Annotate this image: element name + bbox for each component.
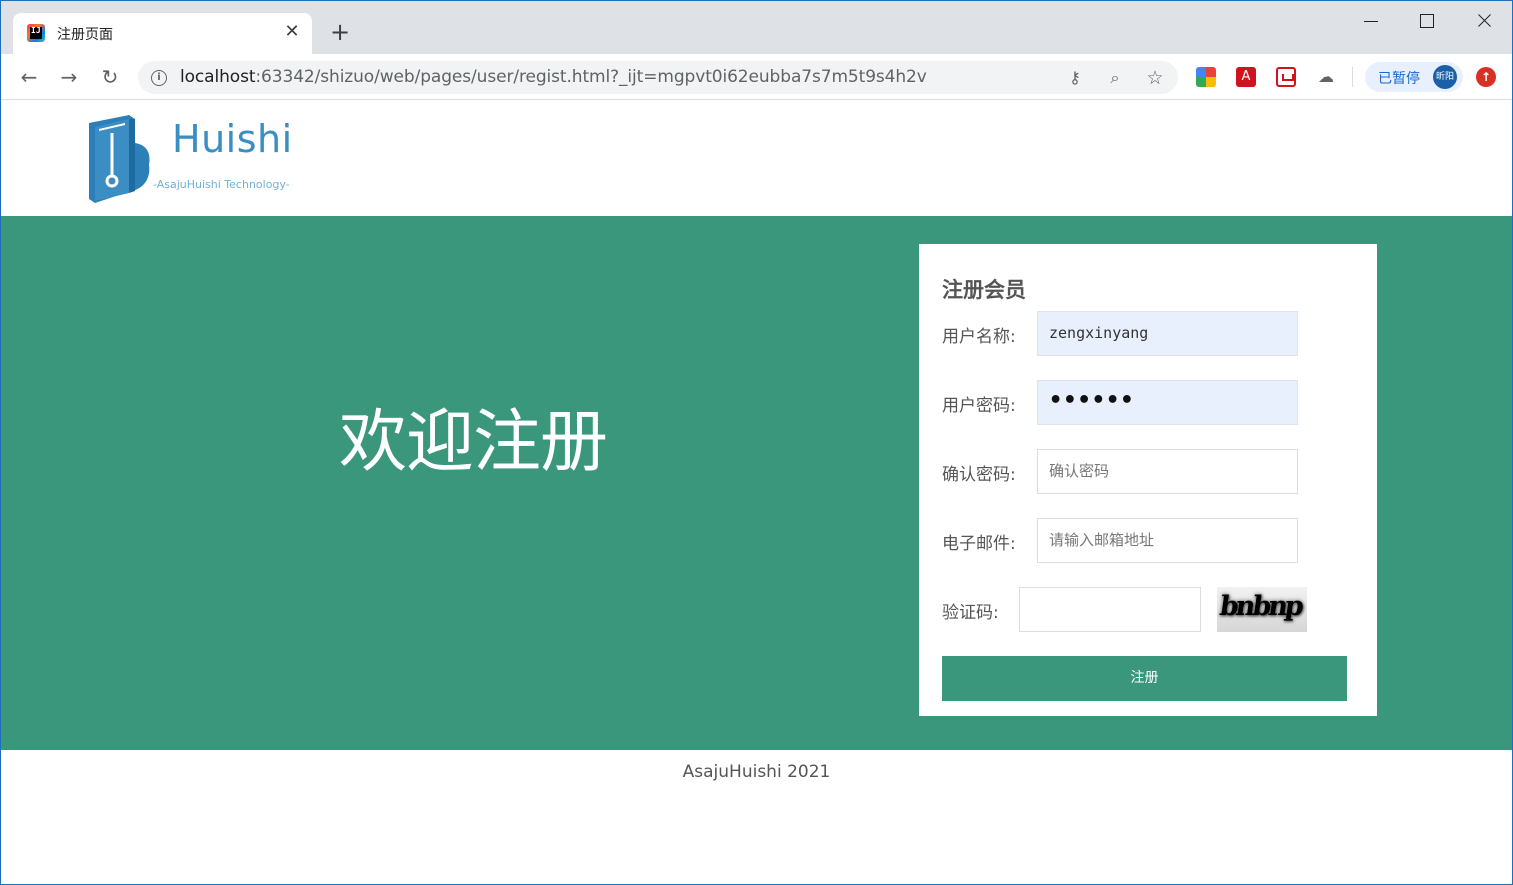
browser-window: IJ 注册页面 ✕ + ← → ↻ i localhost:63342/shiz… [0, 0, 1513, 885]
form-title: 注册会员 [942, 278, 1026, 302]
close-window-button[interactable] [1464, 7, 1504, 35]
footer-copyright: AsajuHuishi 2021 [682, 762, 831, 782]
password-label: 用户密码: [942, 396, 1016, 416]
tab-strip: IJ 注册页面 ✕ + [1, 1, 1512, 54]
extension-colorful-icon[interactable] [1196, 67, 1216, 87]
email-label: 电子邮件: [942, 534, 1016, 554]
captcha-image[interactable]: bnbnp [1217, 587, 1307, 632]
captcha-label: 验证码: [942, 603, 999, 623]
profile-status: 已暂停 [1378, 71, 1420, 87]
zoom-icon[interactable]: ⌕ [1105, 68, 1125, 88]
logo-name: Huishi [172, 117, 293, 161]
key-icon[interactable]: ⚷ [1065, 68, 1085, 88]
tab-title: 注册页面 [57, 27, 113, 43]
minimize-button[interactable] [1351, 7, 1391, 35]
extension-pdf-icon[interactable]: A [1236, 67, 1256, 87]
username-input[interactable]: zengxinyang [1037, 311, 1298, 356]
email-input[interactable]: 请输入邮箱地址 [1037, 518, 1298, 563]
avatar: 昕阳 [1433, 65, 1457, 89]
url-path: :63342/shizuo/web/pages/user/regist.html… [255, 67, 927, 87]
site-header: Huishi -AsajuHuishi Technology- [1, 101, 1512, 216]
active-tab[interactable]: IJ 注册页面 ✕ [13, 13, 312, 54]
confirm-password-input[interactable]: 确认密码 [1037, 449, 1298, 494]
maximize-button[interactable] [1407, 7, 1447, 35]
new-tab-button[interactable]: + [327, 19, 353, 45]
register-card: 注册会员 用户名称: zengxinyang 用户密码: •••••• 确认密码… [919, 244, 1377, 716]
hero-banner: 欢迎注册 注册会员 用户名称: zengxinyang 用户密码: ••••••… [1, 216, 1512, 750]
update-icon[interactable]: ↑ [1476, 67, 1496, 87]
star-icon[interactable]: ☆ [1145, 68, 1165, 88]
url-host: localhost [180, 67, 256, 87]
back-icon[interactable]: ← [16, 64, 42, 90]
address-bar[interactable]: i localhost:63342/shizuo/web/pages/user/… [138, 61, 1178, 94]
register-button[interactable]: 注册 [942, 656, 1347, 701]
tab-close-icon[interactable]: ✕ [282, 22, 302, 42]
confirm-password-label: 确认密码: [942, 465, 1016, 485]
extension-pocket-icon[interactable] [1276, 67, 1296, 87]
username-label: 用户名称: [942, 327, 1016, 347]
welcome-heading: 欢迎注册 [339, 403, 608, 482]
book-logo-icon [89, 115, 150, 203]
url-text[interactable]: localhost:63342/shizuo/web/pages/user/re… [180, 67, 927, 87]
logo-tagline: -AsajuHuishi Technology- [153, 178, 290, 191]
captcha-input[interactable] [1019, 587, 1201, 632]
intellij-favicon-icon: IJ [27, 24, 45, 42]
site-footer: AsajuHuishi 2021 [1, 750, 1512, 884]
captcha-text: bnbnp [1217, 591, 1304, 622]
info-icon[interactable]: i [151, 70, 167, 86]
browser-toolbar: ← → ↻ i localhost:63342/shizuo/web/pages… [1, 54, 1512, 100]
toolbar-divider [1352, 67, 1353, 87]
reload-icon[interactable]: ↻ [97, 64, 123, 90]
password-input[interactable]: •••••• [1037, 380, 1298, 425]
profile-button[interactable]: 已暂停 昕阳 [1365, 62, 1463, 92]
web-page: Huishi -AsajuHuishi Technology- 欢迎注册 注册会… [1, 101, 1512, 884]
extension-cloud-icon[interactable]: ☁ [1316, 67, 1336, 87]
forward-icon[interactable]: → [56, 64, 82, 90]
